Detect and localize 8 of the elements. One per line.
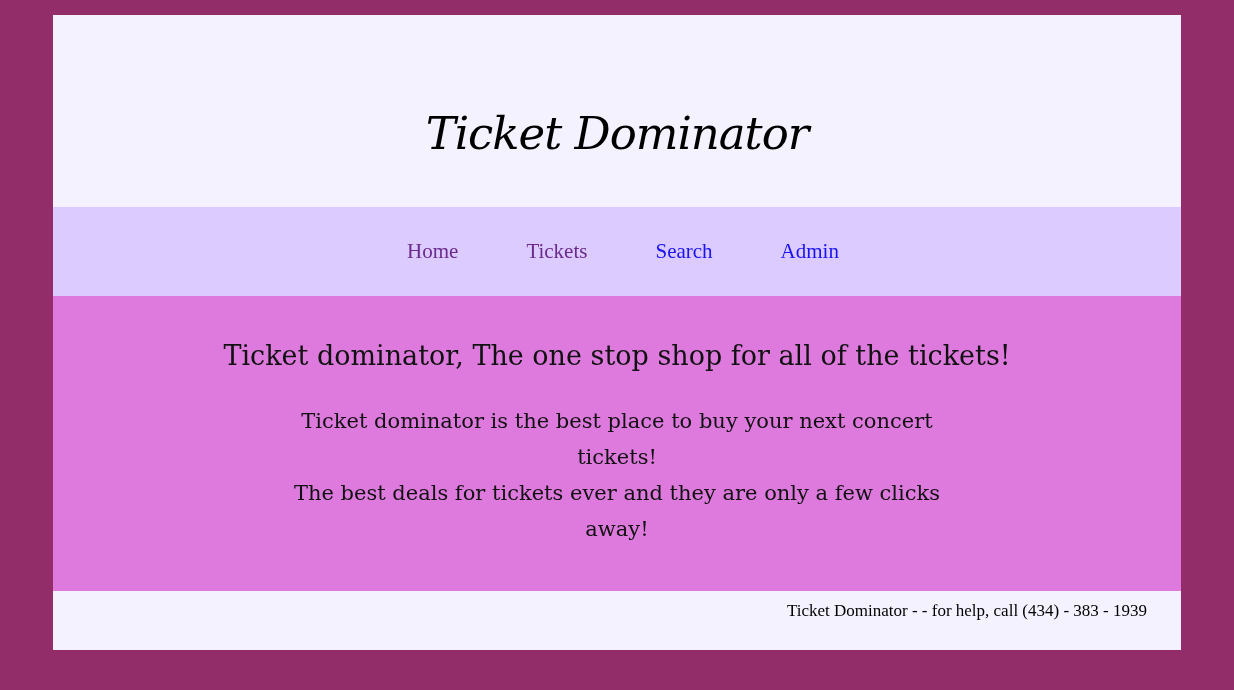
nav-link[interactable]: Admin	[780, 239, 839, 264]
nav-link[interactable]: Home	[407, 239, 459, 264]
intro-paragraph: Ticket dominator is the best place to buy your next concert tickets!	[300, 408, 934, 471]
nav-link[interactable]: Tickets	[526, 239, 588, 264]
intro-paragraph: The best deals for tickets ever and they are only a few clicks away!	[292, 480, 942, 543]
main-heading: Ticket dominator, The one stop shop for all of the tickets!	[223, 340, 1011, 371]
footer-text: Ticket Dominator - - for help, call (434) - 383 - 1939	[786, 601, 1147, 621]
nav-link[interactable]: Search	[655, 239, 713, 264]
